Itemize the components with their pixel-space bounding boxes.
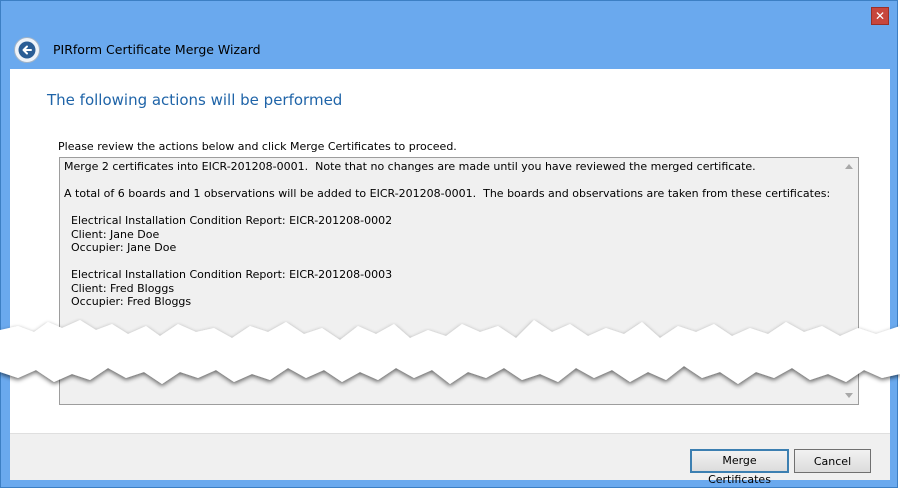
instruction-text: Please review the actions below and clic… — [58, 140, 457, 153]
page-heading: The following actions will be performed — [47, 91, 343, 109]
back-arrow-icon — [18, 41, 36, 59]
torn-edge-overlay — [0, 320, 900, 384]
close-button[interactable]: ✕ — [871, 7, 889, 25]
merge-certificates-button[interactable]: Merge Certificates — [690, 449, 789, 486]
wizard-window: ✕ PIRform Certificate Merge Wizard The f… — [0, 0, 898, 488]
scroll-up-icon[interactable] — [845, 164, 853, 169]
cancel-button[interactable]: Cancel — [794, 449, 871, 473]
actions-text: Merge 2 certificates into EICR-201208-00… — [64, 160, 831, 308]
back-button[interactable] — [14, 37, 40, 63]
wizard-titlebar: PIRform Certificate Merge Wizard — [1, 31, 897, 69]
wizard-content: The following actions will be performed … — [10, 69, 890, 480]
wizard-footer: Merge Certificates Cancel — [10, 433, 890, 486]
wizard-title: PIRform Certificate Merge Wizard — [53, 42, 261, 57]
